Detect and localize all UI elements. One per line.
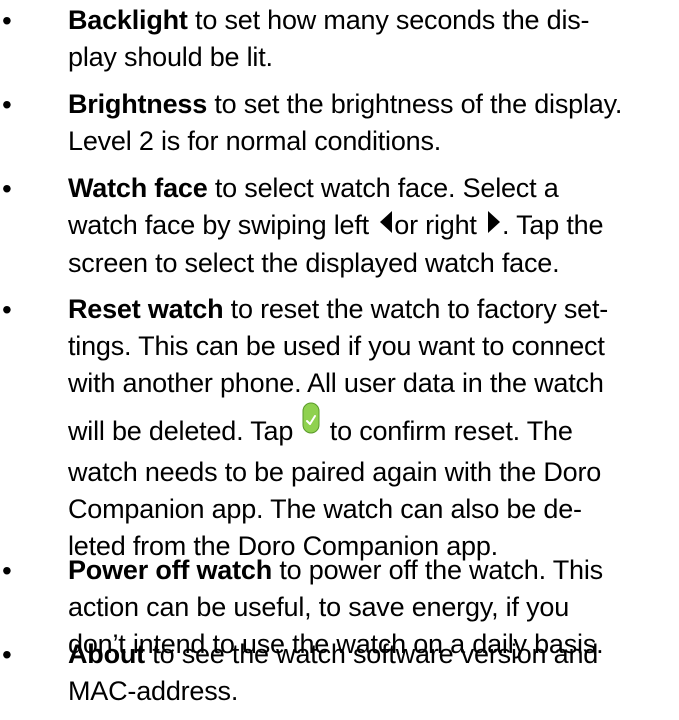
bullet: •	[2, 294, 12, 325]
bullet: •	[2, 89, 12, 120]
item-line: watch needs to be paired again with the …	[68, 457, 602, 487]
item-term: About	[68, 639, 145, 669]
confirm-check-icon	[302, 402, 320, 444]
item-term: Watch face	[68, 173, 208, 203]
item-text: Backlight to set how many seconds the di…	[68, 2, 672, 76]
item-line: watch face by swiping left or right . Ta…	[68, 207, 672, 245]
item-line: Brightness to set the brightness of the …	[68, 89, 623, 119]
item-line: Watch face to select watch face. Select …	[68, 173, 559, 203]
item-line: MAC-address.	[68, 676, 239, 706]
item-line: play should be lit.	[68, 42, 273, 72]
item-line: screen to select the displayed watch fac…	[68, 248, 560, 279]
triangle-left-icon	[380, 206, 393, 243]
item-text: Brightness to set the brightness of the …	[68, 86, 672, 160]
bullet: •	[2, 639, 12, 670]
item-line: with another phone. All user data in the…	[68, 368, 604, 398]
item-line: Power off watch to power off the watch. …	[68, 555, 603, 585]
item-term: Backlight	[68, 5, 188, 35]
item-line: tings. This can be used if you want to c…	[68, 331, 605, 361]
item-line: action can be useful, to save energy, if…	[68, 592, 570, 622]
bullet: •	[2, 173, 12, 204]
bullet: •	[2, 5, 12, 36]
manual-page: • Backlight to set how many seconds the …	[0, 0, 679, 720]
item-line: Companion app. The watch can also be de-	[68, 494, 582, 524]
item-line: will be deleted. Tap to confirm reset. T…	[68, 402, 672, 454]
item-text: About to see the watch software version …	[68, 636, 672, 710]
item-term: Reset watch	[68, 294, 224, 324]
item-term: Brightness	[68, 89, 208, 119]
item-line: About to see the watch software version …	[68, 639, 599, 669]
item-line: Reset watch to reset the watch to factor…	[68, 294, 609, 324]
triangle-right-icon	[488, 206, 500, 243]
item-line: Backlight to set how many seconds the di…	[68, 5, 590, 35]
bullet: •	[2, 555, 12, 586]
item-text: Reset watch to reset the watch to factor…	[68, 291, 672, 565]
item-term: Power off watch	[68, 555, 273, 585]
item-line: Level 2 is for normal conditions.	[68, 126, 442, 156]
item-text: Watch face to select watch face. Select …	[68, 170, 672, 282]
